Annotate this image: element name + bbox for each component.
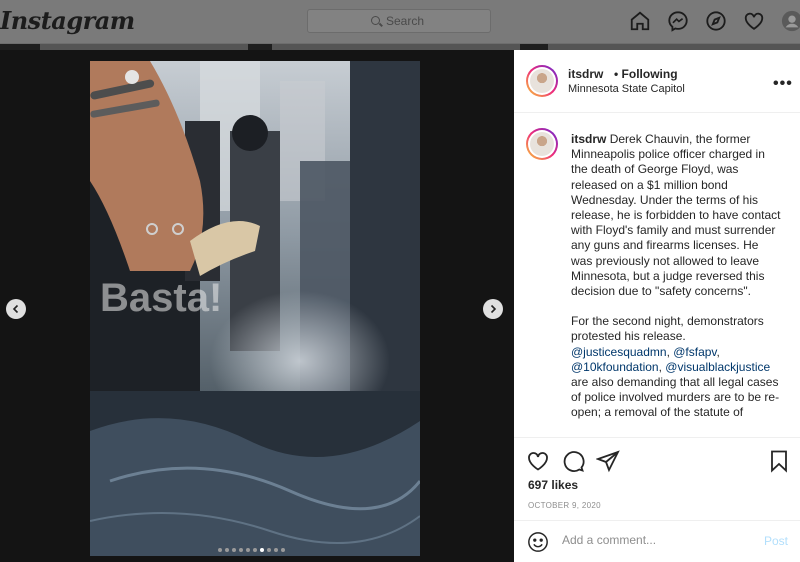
carousel-dot xyxy=(225,548,229,552)
carousel-dot xyxy=(267,548,271,552)
next-photo-button[interactable] xyxy=(483,299,503,319)
previous-post-button[interactable] xyxy=(6,299,26,319)
post-details-pane: itsdrw • Following Minnesota State Capit… xyxy=(514,50,800,562)
mention-link[interactable]: @10kfoundation xyxy=(571,360,659,374)
post-date[interactable]: OCTOBER 9, 2020 xyxy=(528,501,601,510)
post-header: itsdrw • Following Minnesota State Capit… xyxy=(514,50,800,113)
svg-text:Basta!: Basta! xyxy=(100,276,222,320)
carousel-dot xyxy=(246,548,250,552)
post-author-username[interactable]: itsdrw xyxy=(568,67,603,81)
comment-input[interactable] xyxy=(562,533,742,547)
mention-link[interactable]: @fsfapv xyxy=(673,345,716,359)
instagram-logo[interactable]: Instagram xyxy=(0,6,135,35)
post-actions: 697 likes OCTOBER 9, 2020 Post xyxy=(514,437,800,562)
bookmark-icon[interactable] xyxy=(767,449,791,473)
profile-icon[interactable] xyxy=(781,10,800,32)
caption-text: Derek Chauvin, the former Minneapolis po… xyxy=(571,132,781,299)
caption-scroll-area[interactable]: itsdrw Derek Chauvin, the former Minneap… xyxy=(514,114,800,487)
comment-icon[interactable] xyxy=(561,449,585,473)
caption-paragraph: itsdrw Derek Chauvin, the former Minneap… xyxy=(571,132,781,299)
avatar[interactable] xyxy=(526,128,558,160)
heart-icon[interactable] xyxy=(743,10,765,32)
following-button[interactable]: • Following xyxy=(614,67,678,81)
mention-link[interactable]: @visualblackjustice xyxy=(665,360,770,374)
messenger-icon[interactable] xyxy=(667,10,689,32)
comment-bar: Post xyxy=(514,520,800,562)
avatar-image xyxy=(530,69,554,93)
carousel-dot xyxy=(253,548,257,552)
chevron-left-icon xyxy=(12,304,19,314)
carousel-indicator xyxy=(218,548,285,552)
carousel-dot xyxy=(274,548,278,552)
post-location[interactable]: Minnesota State Capitol xyxy=(568,83,685,95)
caption-text: are also demanding that all legal cases … xyxy=(571,375,780,420)
home-icon[interactable] xyxy=(629,10,651,32)
avatar-image xyxy=(530,132,554,156)
like-icon[interactable] xyxy=(526,449,550,473)
search-placeholder: Search xyxy=(386,14,425,28)
avatar[interactable] xyxy=(526,65,558,97)
carousel-dot xyxy=(218,548,222,552)
carousel-dot xyxy=(232,548,236,552)
mention-link[interactable]: @justicesquadmn xyxy=(571,345,667,359)
emoji-icon[interactable] xyxy=(527,531,549,553)
caption-paragraph: For the second night, demonstrators prot… xyxy=(571,314,781,420)
search-icon xyxy=(371,16,380,25)
post-caption: itsdrw Derek Chauvin, the former Minneap… xyxy=(571,132,781,436)
explore-icon[interactable] xyxy=(705,10,727,32)
carousel-dot xyxy=(239,548,243,552)
likes-count[interactable]: 697 likes xyxy=(528,478,578,492)
chevron-right-icon xyxy=(490,304,497,314)
caption-username[interactable]: itsdrw xyxy=(571,132,606,146)
carousel-dot xyxy=(281,548,285,552)
share-icon[interactable] xyxy=(595,449,620,473)
carousel-dot xyxy=(260,548,264,552)
top-navigation-bar: Instagram Search xyxy=(0,0,800,44)
caption-separator: , xyxy=(716,344,720,359)
caption-text: For the second night, demonstrators prot… xyxy=(571,314,764,344)
post-photo[interactable]: Basta! xyxy=(90,61,420,556)
post-comment-button[interactable]: Post xyxy=(764,534,788,548)
more-icon[interactable]: ••• xyxy=(773,75,793,93)
search-box[interactable]: Search xyxy=(307,9,491,33)
